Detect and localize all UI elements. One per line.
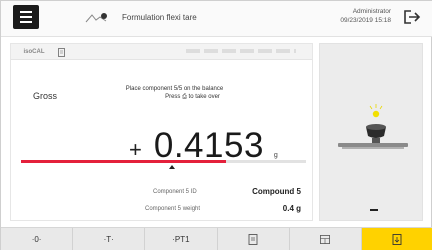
instruction-line-1: Place component 5/5 on the balance xyxy=(125,86,224,92)
balance-illustration-panel xyxy=(319,43,423,221)
instruction-text: Place component 5/5 on the balance Press… xyxy=(11,85,312,101)
header-bar: Formulation flexi tare Administrator 09/… xyxy=(1,1,432,37)
logout-icon[interactable] xyxy=(403,9,421,25)
app-window: Formulation flexi tare Administrator 09/… xyxy=(0,0,432,250)
tab-row: isoCAL xyxy=(11,44,312,60)
document-icon xyxy=(57,47,65,57)
take-over-icon xyxy=(392,234,402,245)
progress-fill xyxy=(21,160,227,163)
menu-button[interactable] xyxy=(13,5,39,29)
table-icon xyxy=(320,235,331,244)
target-marker xyxy=(169,165,175,169)
hamburger-icon xyxy=(20,11,32,13)
weight-unit: g xyxy=(273,152,278,159)
method-title: Formulation flexi tare xyxy=(122,13,197,22)
user-name: Administrator xyxy=(352,8,391,15)
function-bar: ·0· ·T· ·PT1 xyxy=(1,227,432,250)
instruction-line-2: Press ⎙ to take over xyxy=(165,94,220,100)
method-icon xyxy=(85,13,107,23)
isocal-tab[interactable]: isoCAL xyxy=(21,46,47,58)
component-weight-value: 0.4 g xyxy=(282,204,301,213)
take-over-button[interactable] xyxy=(361,228,432,250)
zero-button[interactable]: ·0· xyxy=(1,228,74,250)
balance-icon xyxy=(338,104,408,149)
results-button[interactable] xyxy=(290,228,362,250)
user-info: Administrator 09/23/2019 15:18 xyxy=(340,7,391,25)
tare-button[interactable]: ·T· xyxy=(73,228,146,250)
weighing-panel: isoCAL Gross Place component 5/5 on the … xyxy=(10,43,313,221)
print-button[interactable] xyxy=(218,228,290,250)
progress-bar xyxy=(21,160,306,163)
component-id-label: Component 5 ID xyxy=(153,189,197,195)
document-icon xyxy=(248,234,258,245)
document-tab[interactable] xyxy=(53,46,69,58)
date-time: 09/23/2019 15:18 xyxy=(340,17,391,24)
preset-tare-button[interactable]: ·PT1 xyxy=(145,228,218,250)
status-strip xyxy=(186,49,296,53)
panel-indicator xyxy=(370,209,378,211)
component-id-value: Compound 5 xyxy=(252,187,301,196)
component-weight-label: Component 5 weight xyxy=(145,206,201,212)
